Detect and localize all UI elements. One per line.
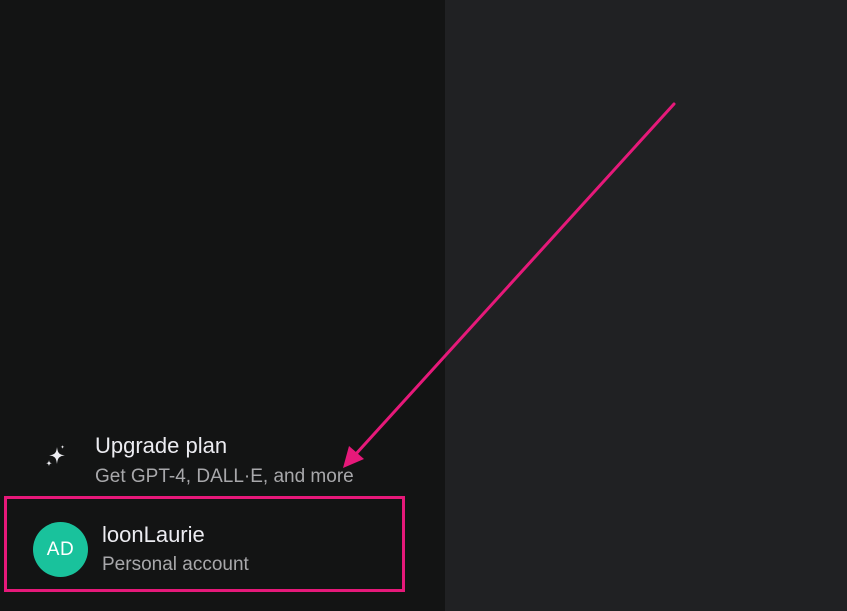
account-type: Personal account bbox=[102, 554, 249, 575]
upgrade-plan-title: Upgrade plan bbox=[95, 433, 228, 458]
avatar: AD bbox=[33, 522, 88, 577]
account-menu-button[interactable]: AD loonLaurie Personal account bbox=[18, 500, 398, 584]
page: Upgrade plan Get GPT-4, DALL·E, and more… bbox=[0, 0, 847, 611]
upgrade-plan-button[interactable]: Upgrade plan Get GPT-4, DALL·E, and more bbox=[28, 424, 428, 494]
main-panel bbox=[445, 0, 847, 611]
sidebar: Upgrade plan Get GPT-4, DALL·E, and more… bbox=[0, 0, 445, 611]
account-name: loonLaurie bbox=[102, 522, 205, 547]
upgrade-plan-subtitle: Get GPT-4, DALL·E, and more bbox=[95, 466, 354, 487]
sparkle-icon bbox=[42, 442, 70, 470]
